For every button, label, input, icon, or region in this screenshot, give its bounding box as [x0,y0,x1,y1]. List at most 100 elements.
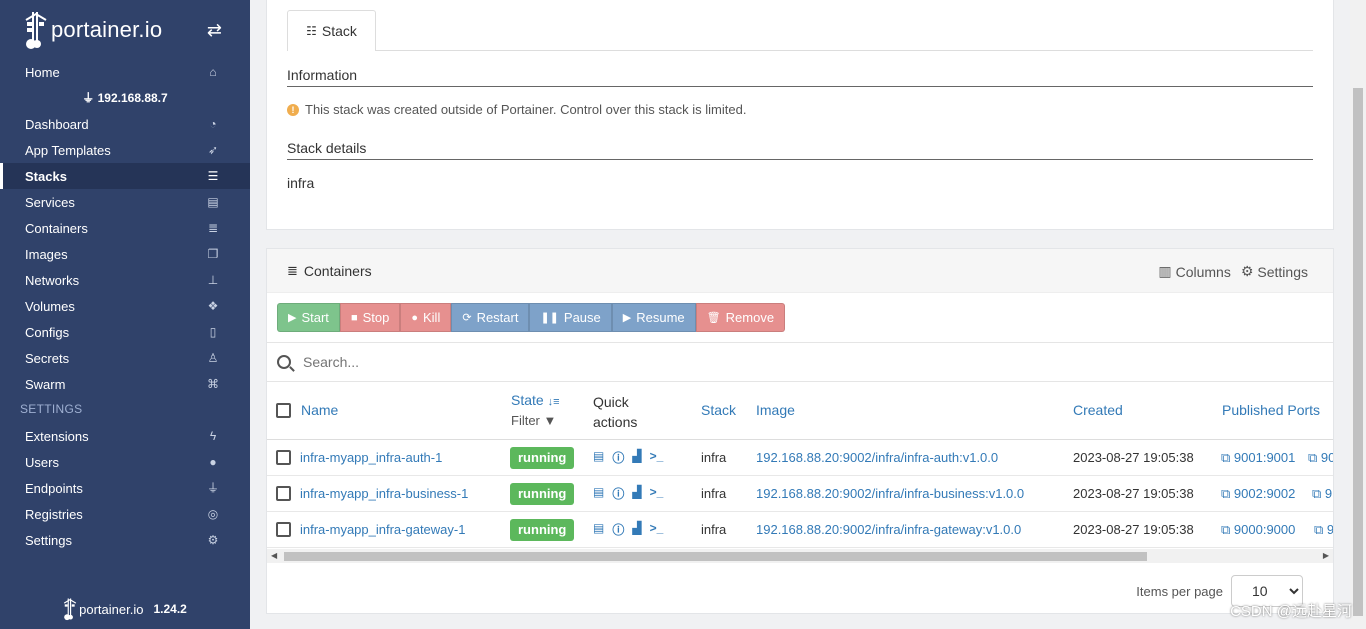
sidebar-item-registries[interactable]: Registries ◎ [0,501,250,527]
settings-button[interactable]: ⚙ Settings [1241,263,1308,280]
sidebar-item-home[interactable]: Home ⌂ [0,59,250,85]
container-name-link[interactable]: infra-myapp_infra-auth-1 [300,450,442,465]
scroll-right-icon[interactable]: ▶ [1323,551,1329,560]
toggle-sidebar-icon[interactable]: ⇄ [207,20,222,41]
stats-chart-icon[interactable]: ▟ [632,485,641,502]
button-label: Stop [362,310,390,325]
logs-icon[interactable]: ▤ [593,485,604,502]
button-label: Start [301,310,329,325]
sidebar-item-endpoints[interactable]: Endpoints ⏚ [0,475,250,501]
clone-icon: ❐ [207,247,219,261]
column-header-created[interactable]: Created [1073,402,1123,418]
column-header-quick-actions: Quick actions [593,394,638,430]
table-row: infra-myapp_infra-business-1 running ▤ ⓘ… [267,476,1333,512]
horizontal-scrollbar[interactable]: ◀ ▶ [267,549,1333,563]
home-icon: ⌂ [209,65,217,79]
restart-button[interactable]: ⟳ Restart [451,303,530,332]
port-link[interactable]: ⧉ 90 [1308,450,1333,466]
logs-icon[interactable]: ▤ [593,449,604,466]
terminal-icon[interactable]: >_ [650,449,664,466]
info-circle-icon[interactable]: ⓘ [612,521,624,538]
scrollbar-thumb[interactable] [284,552,1147,561]
columns-label: Columns [1175,263,1231,280]
sidebar-item-extensions[interactable]: Extensions ϟ [0,423,250,449]
resume-button[interactable]: ▶ Resume [611,303,696,332]
terminal-icon[interactable]: >_ [650,485,664,502]
row-checkbox[interactable] [276,486,291,501]
sidebar-item-label: Containers [25,220,88,236]
refresh-icon: ⟳ [462,312,472,324]
container-name-link[interactable]: infra-myapp_infra-gateway-1 [300,522,465,537]
sidebar-item-images[interactable]: Images ❐ [0,241,250,267]
stack-cell: infra [701,522,727,537]
container-name-link[interactable]: infra-myapp_infra-business-1 [300,486,468,501]
start-button[interactable]: ▶ Start [277,303,340,332]
sidebar-item-volumes[interactable]: Volumes ❖ [0,293,250,319]
table-header: Name State ↓≡ Filter ▼ Quick actions Sta… [267,382,1333,440]
sidebar-item-secrets[interactable]: Secrets ♙ [0,345,250,371]
search-input[interactable] [303,354,903,370]
column-header-state[interactable]: State ↓≡ [511,392,560,408]
sidebar-item-stacks[interactable]: Stacks ☰ [0,163,250,189]
columns-button[interactable]: ▥ Columns [1158,263,1230,280]
cog-icon: ⚙ [1240,263,1254,279]
image-link[interactable]: 192.168.88.20:9002/infra/infra-business:… [756,486,1024,501]
row-checkbox[interactable] [276,522,291,537]
sidebar-item-dashboard[interactable]: Dashboard ◔ [0,111,250,137]
tab-stack[interactable]: ☷ Stack [287,10,376,51]
sidebar-item-label: Services [25,194,75,210]
sidebar-item-networks[interactable]: Networks ⊥ [0,267,250,293]
stats-chart-icon[interactable]: ▟ [632,521,641,538]
column-header-name[interactable]: Name [301,402,338,418]
sidebar-item-containers[interactable]: Containers ≣ [0,215,250,241]
tab-divider [376,50,1313,51]
page-scrollbar-thumb[interactable] [1353,88,1363,616]
stop-button[interactable]: ■ Stop [339,303,401,332]
sidebar-item-label: Settings [25,532,72,548]
version-label: 1.24.2 [153,602,187,616]
sidebar-item-label: Users [25,454,59,470]
brand[interactable]: portainer.io ⇄ [0,0,250,60]
endpoint-label: 192.168.88.7 [97,91,168,105]
created-cell: 2023-08-27 19:05:38 [1073,450,1194,465]
sidebar-item-swarm[interactable]: Swarm ⌘ [0,371,250,397]
sidebar-item-settings[interactable]: Settings ⚙ [0,527,250,553]
scroll-left-icon[interactable]: ◀ [271,551,277,560]
terminal-icon[interactable]: >_ [650,521,664,538]
sidebar-item-app-templates[interactable]: App Templates ➶ [0,137,250,163]
port-link[interactable]: ⧉ 9 [1312,486,1332,502]
state-filter[interactable]: Filter ▼ [511,413,556,428]
kill-button[interactable]: ● Kill [400,303,452,332]
action-buttons: ▶ Start ■ Stop ● Kill ⟳ Restart ❚❚ Pause ▶ Res… [277,303,786,332]
sidebar-item-users[interactable]: Users ● [0,449,250,475]
remove-button[interactable]: 🗑 Remove [695,303,786,332]
stats-chart-icon[interactable]: ▟ [632,449,641,466]
button-label: Restart [476,310,519,325]
search-icon [277,355,291,369]
port-link[interactable]: ⧉ 9001:9001 [1221,450,1295,466]
column-header-image[interactable]: Image [756,402,795,418]
port-link[interactable]: ⧉ 9 [1314,522,1333,538]
image-link[interactable]: 192.168.88.20:9002/infra/infra-auth:v1.0… [756,450,998,465]
sidebar-item-label: Configs [25,324,70,340]
sidebar-item-configs[interactable]: Configs ▯ [0,319,250,345]
stack-name-value: infra [287,175,315,191]
sidebar-item-label: Images [25,246,68,262]
pause-button[interactable]: ❚❚ Pause [529,303,612,332]
logs-icon[interactable]: ▤ [593,521,604,538]
page-scrollbar[interactable] [1350,0,1366,629]
quick-actions: ▤ ⓘ ▟ >_ [593,521,663,538]
tab-label: Stack [321,23,357,39]
sidebar-item-services[interactable]: Services ▤ [0,189,250,215]
row-checkbox[interactable] [276,450,291,465]
select-all-checkbox[interactable] [276,403,291,418]
port-link[interactable]: ⧉ 9000:9000 [1221,522,1295,538]
column-header-published-ports[interactable]: Published Ports [1222,402,1320,418]
main-content: ☷ Stack Information ! This stack was cre… [250,0,1350,629]
image-link[interactable]: 192.168.88.20:9002/infra/infra-gateway:v… [756,522,1021,537]
port-link[interactable]: ⧉ 9002:9002 [1221,486,1295,502]
info-circle-icon[interactable]: ⓘ [612,485,624,502]
info-circle-icon[interactable]: ⓘ [612,449,624,466]
plug-icon: ⏚ [206,481,219,495]
column-header-stack[interactable]: Stack [701,402,736,418]
